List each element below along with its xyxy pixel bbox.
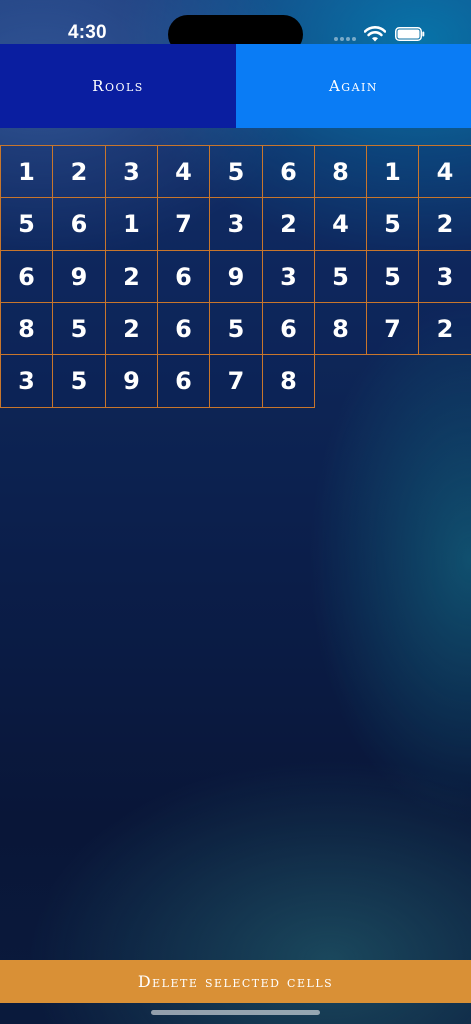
grid-cell[interactable]: 1 xyxy=(366,145,419,198)
status-time: 4:30 xyxy=(68,22,107,43)
grid-cell[interactable]: 6 xyxy=(0,250,53,303)
grid-cell[interactable]: 6 xyxy=(52,197,106,251)
grid-cell[interactable]: 2 xyxy=(418,302,471,355)
battery-icon xyxy=(395,27,425,41)
grid-cell[interactable]: 2 xyxy=(418,197,471,251)
grid-cell[interactable]: 7 xyxy=(209,354,263,408)
grid-cell[interactable]: 1 xyxy=(105,197,158,251)
wifi-icon xyxy=(364,26,386,42)
cellular-signal-icon xyxy=(334,37,358,42)
grid-cell[interactable]: 7 xyxy=(366,302,419,355)
grid-cell[interactable]: 6 xyxy=(157,354,210,408)
again-button[interactable]: Again xyxy=(236,44,471,128)
grid-cell[interactable]: 3 xyxy=(418,250,471,303)
grid-cell[interactable]: 9 xyxy=(105,354,158,408)
grid-cell[interactable]: 5 xyxy=(366,197,419,251)
grid-cell[interactable]: 8 xyxy=(0,302,53,355)
grid-cell[interactable]: 3 xyxy=(262,250,315,303)
rools-button[interactable]: Rools xyxy=(0,44,236,128)
grid-cell[interactable]: 4 xyxy=(314,197,367,251)
grid-cell[interactable]: 2 xyxy=(105,250,158,303)
grid-cell[interactable]: 6 xyxy=(157,250,210,303)
grid-cell[interactable]: 6 xyxy=(262,145,315,198)
grid-cell[interactable]: 3 xyxy=(209,197,263,251)
grid-cell[interactable]: 5 xyxy=(0,197,53,251)
grid-cell[interactable]: 4 xyxy=(157,145,210,198)
home-indicator xyxy=(151,1010,320,1015)
grid-cell[interactable]: 6 xyxy=(262,302,315,355)
grid-cell[interactable]: 8 xyxy=(262,354,315,408)
grid-cell[interactable]: 5 xyxy=(52,354,106,408)
grid-cell[interactable]: 2 xyxy=(105,302,158,355)
grid-cell[interactable]: 8 xyxy=(314,145,367,198)
grid-cell[interactable]: 5 xyxy=(209,145,263,198)
grid-cell[interactable]: 8 xyxy=(314,302,367,355)
grid-cell[interactable]: 2 xyxy=(52,145,106,198)
grid-cell[interactable]: 5 xyxy=(52,302,106,355)
grid-cell[interactable]: 5 xyxy=(366,250,419,303)
grid-cell[interactable]: 4 xyxy=(418,145,471,198)
grid-cell[interactable]: 2 xyxy=(262,197,315,251)
grid-cell[interactable]: 9 xyxy=(209,250,263,303)
grid-cell[interactable]: 9 xyxy=(52,250,106,303)
grid-cell[interactable]: 1 xyxy=(0,145,53,198)
delete-selected-cells-button[interactable]: Delete selected cells xyxy=(0,960,471,1003)
status-bar: 4:30 xyxy=(0,0,471,54)
grid-cell[interactable]: 3 xyxy=(105,145,158,198)
grid-cell[interactable]: 7 xyxy=(157,197,210,251)
grid-cell[interactable]: 3 xyxy=(0,354,53,408)
grid-cell[interactable]: 6 xyxy=(157,302,210,355)
grid-cell[interactable]: 5 xyxy=(209,302,263,355)
grid-cell[interactable]: 5 xyxy=(314,250,367,303)
